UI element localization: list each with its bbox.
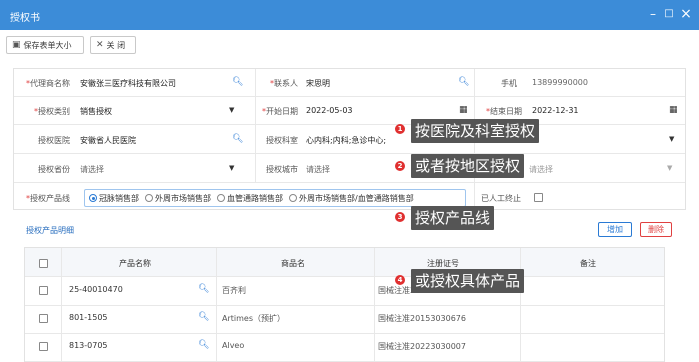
- radio-peripheral[interactable]: 外周市场销售部: [145, 193, 211, 204]
- row-checkbox[interactable]: [39, 314, 48, 323]
- product-line-radio-group: 冠脉销售部 外周市场销售部 血管通路销售部 外周市场销售部/血管通路销售部: [84, 189, 466, 207]
- calendar-icon[interactable]: ▦: [669, 105, 678, 115]
- radio-dot-checked: [89, 194, 97, 202]
- column-header[interactable]: 注册证号: [427, 258, 459, 269]
- select-all-checkbox[interactable]: [39, 259, 48, 268]
- district-select[interactable]: 请选择: [529, 164, 553, 175]
- callout-specific-product: 或授权具体产品: [411, 269, 525, 293]
- radio-peripheral-vascular[interactable]: 外周市场销售部/血管通路销售部: [289, 193, 414, 204]
- column-header[interactable]: 备注: [580, 258, 596, 269]
- close-button[interactable]: ✕ 关 闭: [90, 36, 136, 54]
- search-icon[interactable]: 🔍︎: [198, 284, 209, 294]
- row-checkbox[interactable]: [39, 286, 48, 295]
- radio-dot: [145, 194, 153, 202]
- trade-name-cell: Artimes（预扩）: [222, 314, 286, 323]
- column-header[interactable]: 商品名: [281, 258, 305, 269]
- search-icon[interactable]: 🔍︎: [198, 340, 209, 350]
- manual-stop-checkbox[interactable]: [534, 193, 543, 202]
- city-label: 授权城市: [266, 165, 298, 174]
- row-checkbox[interactable]: [39, 342, 48, 351]
- reg-number-cell: 国械注准20223030007: [378, 342, 466, 351]
- chevron-down-icon[interactable]: ▼: [229, 164, 234, 172]
- agent-field[interactable]: 安徽张三医疗科技有限公司: [80, 78, 176, 89]
- callout-badge: 1: [395, 124, 405, 134]
- dept-label: 授权科室: [266, 136, 298, 145]
- chevron-down-icon[interactable]: ▼: [667, 164, 672, 172]
- callout-badge: 4: [395, 275, 405, 285]
- reg-number-cell: 国械注准20153030676: [378, 314, 466, 323]
- product-name-cell[interactable]: 801-1505: [69, 313, 108, 322]
- radio-dot: [289, 194, 297, 202]
- radio-vascular-access[interactable]: 血管通路销售部: [217, 193, 283, 204]
- callout-badge: 2: [395, 161, 405, 171]
- dept-field[interactable]: 心内科;内科;急诊中心;: [306, 135, 386, 146]
- product-name-cell[interactable]: 813-0705: [69, 341, 108, 350]
- callout-region: 或者按地区授权: [411, 154, 525, 178]
- product-detail-title: 授权产品明细: [26, 226, 74, 235]
- auth-type-label: *授权类别: [34, 107, 70, 116]
- phone-label: 手机: [501, 79, 517, 88]
- start-date-field[interactable]: 2022-05-03: [306, 106, 353, 115]
- hospital-label: 授权医院: [38, 136, 70, 145]
- save-form-size-button[interactable]: ▣ 保存表单大小: [6, 36, 84, 54]
- province-label: 授权省份: [38, 165, 70, 174]
- trade-name-cell: 百齐利: [222, 286, 246, 295]
- radio-coronary[interactable]: 冠脉销售部: [89, 193, 139, 204]
- start-date-label: *开始日期: [262, 107, 298, 116]
- hospital-field[interactable]: 安徽省人民医院: [80, 135, 136, 146]
- save-icon: ▣: [12, 40, 21, 50]
- delete-button[interactable]: 删除: [640, 222, 672, 237]
- product-name-cell[interactable]: 25-40010470: [69, 285, 123, 294]
- province-select[interactable]: 请选择: [80, 164, 104, 175]
- product-line-label: *授权产品线: [26, 194, 70, 203]
- radio-dot: [217, 194, 225, 202]
- product-table: 产品名称 商品名 注册证号 备注 25-40010470 🔍︎ 百齐利 国械注准…: [24, 247, 665, 362]
- window-title: 授权书: [10, 13, 40, 24]
- chevron-down-icon[interactable]: ▼: [229, 106, 234, 114]
- callout-badge: 3: [395, 212, 405, 222]
- callout-product-line: 授权产品线: [411, 206, 495, 230]
- close-label: 关 闭: [106, 40, 126, 50]
- auth-type-select[interactable]: 销售授权: [80, 106, 112, 117]
- manual-stop-label: 已人工终止: [481, 194, 521, 203]
- chevron-down-icon[interactable]: ▼: [669, 135, 674, 143]
- authorization-form: *代理商名称 安徽张三医疗科技有限公司 🔍︎ *联系人 宋思明 🔍︎ 手机 13…: [13, 68, 686, 211]
- search-icon[interactable]: 🔍︎: [198, 312, 209, 322]
- close-icon: ✕: [96, 40, 104, 50]
- save-form-size-label: 保存表单大小: [23, 40, 72, 50]
- close-window-button[interactable]: ×: [679, 7, 693, 21]
- end-date-label: *结束日期: [486, 107, 522, 116]
- column-header[interactable]: 产品名称: [119, 258, 151, 269]
- city-select[interactable]: 请选择: [306, 164, 330, 175]
- add-button[interactable]: 增加: [598, 222, 632, 237]
- callout-hospital-dept: 按医院及科室授权: [411, 119, 540, 143]
- trade-name-cell: Alveo: [222, 341, 245, 350]
- end-date-field[interactable]: 2022-12-31: [532, 106, 579, 115]
- contact-label: *联系人: [270, 79, 298, 88]
- maximize-button[interactable]: □: [662, 7, 676, 21]
- title-bar: [0, 0, 699, 30]
- phone-field[interactable]: 13899990000: [532, 78, 588, 87]
- minimize-button[interactable]: –: [646, 7, 660, 21]
- contact-field[interactable]: 宋思明: [306, 78, 330, 89]
- agent-label: *代理商名称: [26, 79, 70, 88]
